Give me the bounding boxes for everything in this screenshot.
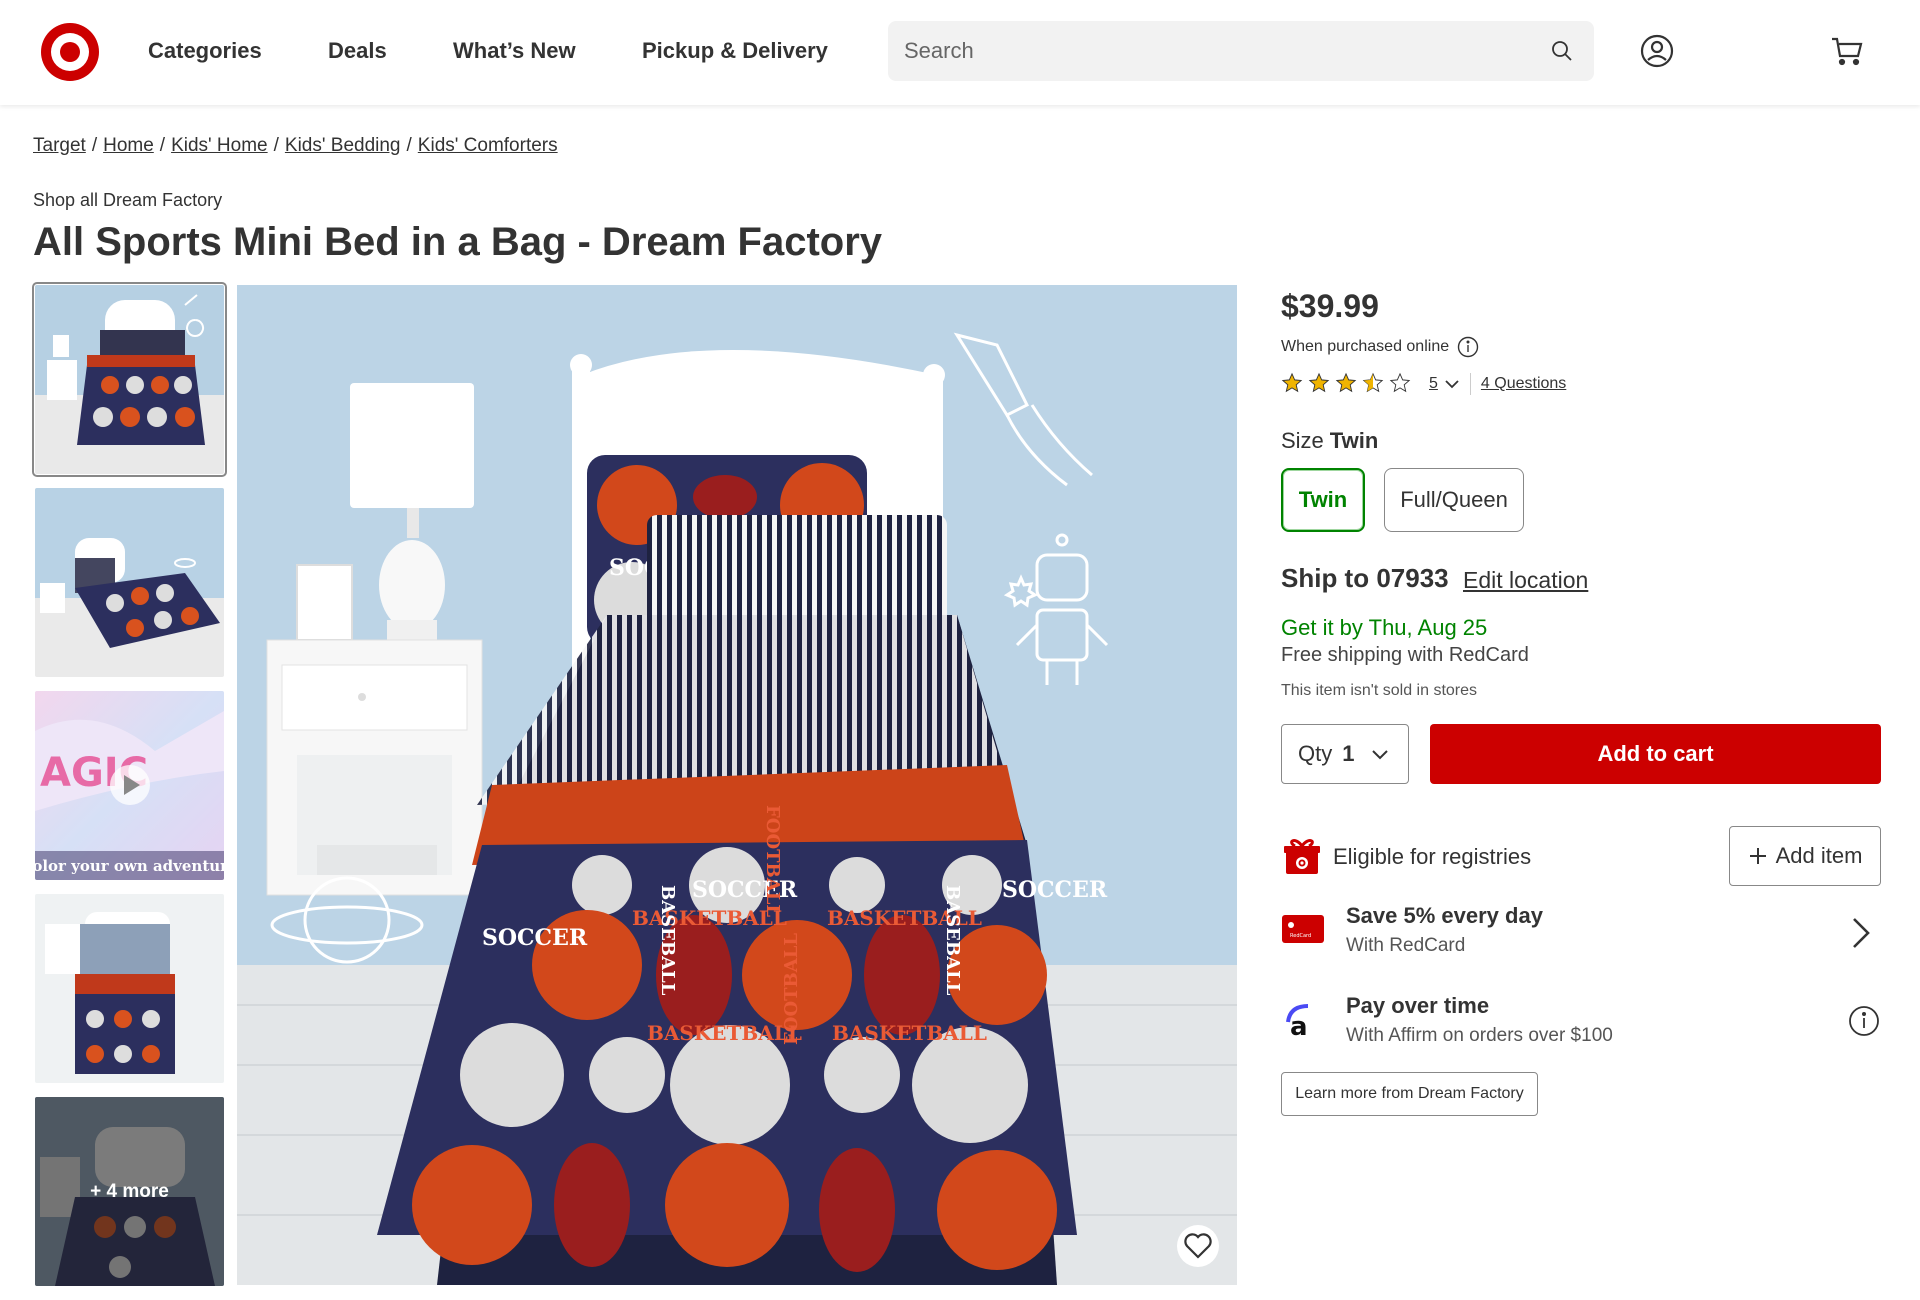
svg-text:RedCard: RedCard bbox=[1290, 933, 1311, 939]
redcard-offer[interactable]: Save 5% every day With RedCard bbox=[1346, 903, 1543, 957]
heart-icon bbox=[1184, 1233, 1212, 1259]
questions-link[interactable]: 4 Questions bbox=[1481, 375, 1566, 393]
edit-location-link[interactable]: Edit location bbox=[1463, 567, 1588, 594]
affirm-title: Pay over time bbox=[1346, 993, 1490, 1018]
thumbnail-4[interactable] bbox=[35, 894, 224, 1083]
thumbnail-video[interactable]: AGIC Color your own adventure bbox=[35, 691, 224, 880]
info-icon[interactable] bbox=[1457, 336, 1479, 358]
size-label: Size bbox=[1281, 428, 1324, 453]
affirm-icon: a bbox=[1286, 1004, 1309, 1038]
size-row: Size Twin bbox=[1281, 428, 1378, 454]
add-item-button[interactable]: Add item bbox=[1729, 826, 1881, 886]
nav-pickup-delivery[interactable]: Pickup & Delivery bbox=[642, 38, 828, 64]
free-shipping-note: Free shipping with RedCard bbox=[1281, 644, 1529, 666]
rating-row: 5 4 Questions bbox=[1281, 372, 1566, 396]
target-logo-icon[interactable] bbox=[40, 22, 100, 82]
divider bbox=[1469, 373, 1471, 395]
breadcrumb-target[interactable]: Target bbox=[33, 135, 86, 156]
redcard-subtitle: With RedCard bbox=[1346, 935, 1466, 956]
qty-label: Qty bbox=[1298, 741, 1333, 766]
svg-text:FOOTBALL: FOOTBALL bbox=[781, 933, 802, 1045]
rating-count[interactable]: 5 bbox=[1429, 375, 1438, 393]
cart-icon[interactable] bbox=[1830, 34, 1864, 68]
breadcrumb-kids-bedding[interactable]: Kids' Bedding bbox=[285, 135, 401, 156]
search-input[interactable] bbox=[904, 21, 1524, 81]
add-to-cart-button[interactable]: Add to cart bbox=[1430, 724, 1881, 784]
redcard-icon: RedCard bbox=[1282, 915, 1324, 943]
breadcrumb-kids-comforters[interactable]: Kids' Comforters bbox=[418, 135, 558, 156]
affirm-offer: Pay over time With Affirm on orders over… bbox=[1346, 993, 1613, 1047]
thumbnail-1[interactable] bbox=[32, 282, 227, 477]
nav-deals[interactable]: Deals bbox=[328, 38, 387, 64]
ship-to-heading: Ship to 07933 bbox=[1281, 563, 1449, 593]
learn-more-brand-button[interactable]: Learn more from Dream Factory bbox=[1281, 1072, 1538, 1116]
redcard-title: Save 5% every day bbox=[1346, 903, 1543, 928]
breadcrumb-kids-home[interactable]: Kids' Home bbox=[171, 135, 268, 156]
search-box bbox=[888, 21, 1594, 81]
thumbnail-more[interactable]: + 4 more bbox=[35, 1097, 224, 1286]
shop-all-brand-link[interactable]: Shop all Dream Factory bbox=[33, 190, 222, 211]
size-selected-value: Twin bbox=[1329, 428, 1379, 453]
svg-text:a: a bbox=[1290, 1012, 1308, 1038]
product-price: $39.99 bbox=[1281, 288, 1379, 324]
info-icon[interactable] bbox=[1848, 1005, 1880, 1037]
registry-eligibility: Eligible for registries bbox=[1333, 844, 1532, 869]
main-product-image[interactable]: SOCCER BASKETBALL BASKETBALL BASKETBALL … bbox=[237, 285, 1237, 1285]
thumbnail-2[interactable] bbox=[35, 488, 224, 677]
add-item-label: Add item bbox=[1775, 843, 1863, 868]
svg-text:BASKETBALL: BASKETBALL bbox=[647, 1021, 802, 1045]
size-option-full-queen[interactable]: Full/Queen bbox=[1384, 468, 1524, 532]
svg-text:BASEBALL: BASEBALL bbox=[942, 885, 963, 996]
chevron-right-icon[interactable] bbox=[1850, 915, 1872, 951]
nav-whats-new[interactable]: What’s New bbox=[453, 38, 576, 64]
chevron-down-icon[interactable] bbox=[1444, 378, 1460, 390]
price-note: When purchased online bbox=[1281, 336, 1479, 358]
chevron-down-icon bbox=[1372, 750, 1388, 760]
size-option-twin[interactable]: Twin bbox=[1281, 468, 1365, 532]
svg-text:BASEBALL: BASEBALL bbox=[657, 885, 678, 996]
affirm-subtitle: With Affirm on orders over $100 bbox=[1346, 1025, 1613, 1046]
search-icon[interactable] bbox=[1550, 39, 1574, 63]
svg-text:BASKETBALL: BASKETBALL bbox=[832, 1021, 987, 1045]
gift-icon bbox=[1284, 839, 1320, 874]
product-title: All Sports Mini Bed in a Bag - Dream Fac… bbox=[33, 220, 883, 264]
delivery-date: Get it by Thu, Aug 25 bbox=[1281, 615, 1488, 640]
qty-value: 1 bbox=[1342, 741, 1355, 766]
account-icon[interactable] bbox=[1640, 34, 1674, 68]
breadcrumb: Target / Home / Kids' Home / Kids' Bedding / Kid… bbox=[33, 135, 558, 156]
price-note-text: When purchased online bbox=[1281, 338, 1450, 355]
quantity-select[interactable]: Qty 1 bbox=[1281, 724, 1409, 784]
nav-categories[interactable]: Categories bbox=[148, 38, 262, 64]
site-header: Categories Deals What’s New Pickup & Del… bbox=[0, 0, 1920, 105]
more-images-label[interactable]: + 4 more bbox=[35, 1097, 224, 1286]
svg-text:Color your own adventure: Color your own adventure bbox=[35, 857, 224, 875]
svg-text:SOCCER: SOCCER bbox=[1002, 877, 1108, 903]
breadcrumb-home[interactable]: Home bbox=[103, 135, 154, 156]
svg-text:FOOTBALL: FOOTBALL bbox=[762, 805, 783, 917]
plus-icon bbox=[1749, 848, 1766, 864]
favorite-button[interactable] bbox=[1177, 1225, 1219, 1267]
not-sold-in-stores-note: This item isn't sold in stores bbox=[1281, 682, 1478, 699]
svg-text:SOCCER: SOCCER bbox=[482, 925, 588, 951]
star-rating-icon[interactable] bbox=[1281, 372, 1419, 396]
